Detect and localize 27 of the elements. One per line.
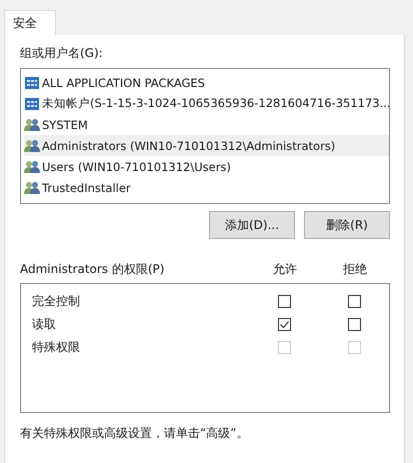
group-label: 组或用户名(G): [20, 45, 104, 62]
checkbox[interactable] [278, 295, 290, 308]
users-icon [24, 180, 40, 196]
app-package-icon [24, 96, 40, 112]
column-header: 允许 [272, 260, 298, 278]
tab[interactable]: 安全 [4, 10, 56, 35]
permissions-label: Administrators 的权限(P) [20, 260, 166, 278]
user-list-item[interactable]: 未知帐户(S-1-15-3-1024-1065365936-1281604716-351173... [24, 93, 389, 114]
checkbox[interactable] [348, 295, 360, 308]
add-button[interactable]: 添加(D)... [209, 211, 295, 239]
user-list-item[interactable]: Administrators (WIN10-710101312\Administrators) [24, 135, 389, 156]
checked-checkbox[interactable] [278, 318, 290, 331]
user-list-item[interactable]: TrustedInstaller [24, 177, 389, 198]
users-icon [24, 158, 40, 174]
user-list-item[interactable]: Users (WIN10-710101312\Users) [24, 156, 389, 177]
permission-name: 完全控制 [32, 293, 81, 310]
footer-text: 有关特殊权限或高级设置，请单击“高级”。 [20, 425, 250, 442]
user-list-item[interactable]: ALL APPLICATION PACKAGES [24, 72, 389, 93]
checkbox[interactable] [348, 318, 360, 331]
user-list-item[interactable]: SYSTEM [24, 114, 389, 135]
permission-name: 特殊权限 [32, 339, 81, 356]
remove-button[interactable]: 删除(R) [304, 211, 390, 239]
users-icon [24, 138, 40, 154]
app-package-icon [24, 74, 40, 90]
column-header: 拒绝 [342, 260, 368, 278]
permission-name: 读取 [32, 316, 57, 333]
users-icon [24, 116, 40, 132]
